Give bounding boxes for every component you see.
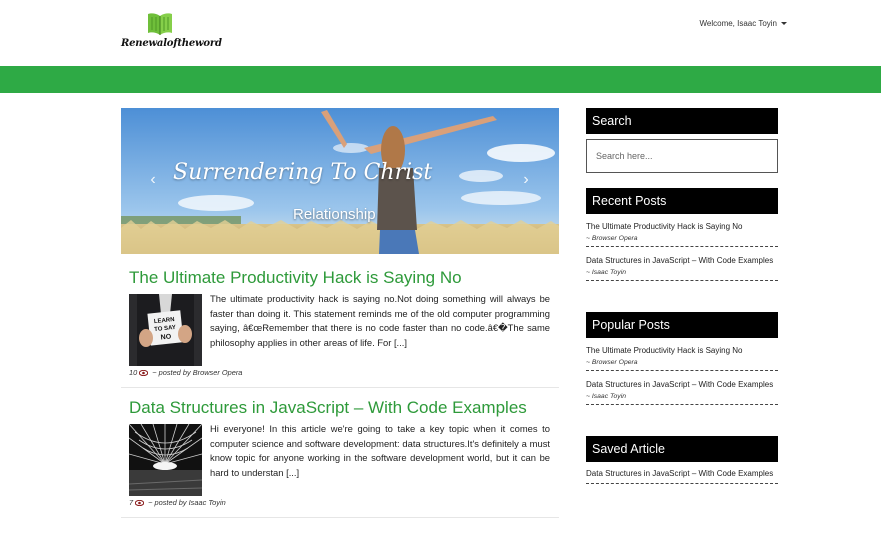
popular-post-link[interactable]: Data Structures in JavaScript – With Cod… <box>586 378 778 392</box>
featured-carousel[interactable]: Surrendering To Christ Relationship ‹ › <box>121 108 559 254</box>
post-meta: 7 ~ posted by Isaac Toyin <box>129 498 226 507</box>
eye-icon <box>135 499 145 506</box>
recent-post-item: The Ultimate Productivity Hack is Saying… <box>586 220 778 247</box>
post-thumbnail[interactable] <box>129 424 202 496</box>
welcome-text: Welcome, Isaac Toyin <box>699 19 777 28</box>
recent-post-link[interactable]: Data Structures in JavaScript – With Cod… <box>586 254 778 268</box>
user-menu-toggle[interactable]: Welcome, Isaac Toyin <box>699 19 787 28</box>
search-heading: Search <box>586 108 778 134</box>
site-logo[interactable]: Renewaloftheword <box>121 12 222 52</box>
nav-bar <box>0 66 881 93</box>
saved-article-heading: Saved Article <box>586 436 778 462</box>
post-excerpt: Hi everyone! In this article we're going… <box>210 423 550 478</box>
eye-icon <box>139 369 149 376</box>
search-input[interactable] <box>586 139 778 173</box>
site-header: Renewaloftheword Welcome, Isaac Toyin <box>0 0 881 66</box>
logo-text: Renewaloftheword <box>121 38 222 49</box>
post-card: The Ultimate Productivity Hack is Saying… <box>121 268 559 388</box>
post-excerpt: The ultimate productivity hack is saying… <box>210 293 550 348</box>
saved-article-item: Data Structures in JavaScript – With Cod… <box>586 467 778 484</box>
post-title-link[interactable]: Data Structures in JavaScript – With Cod… <box>129 398 527 418</box>
recent-post-item: Data Structures in JavaScript – With Cod… <box>586 254 778 281</box>
view-count: 10 <box>129 368 138 377</box>
popular-post-link[interactable]: The Ultimate Productivity Hack is Saying… <box>586 344 778 358</box>
svg-text:NO: NO <box>160 333 172 341</box>
carousel-caption: Relationship <box>293 206 376 223</box>
recent-post-link[interactable]: The Ultimate Productivity Hack is Saying… <box>586 220 778 234</box>
popular-posts-heading: Popular Posts <box>586 312 778 338</box>
popular-post-item: The Ultimate Productivity Hack is Saying… <box>586 344 778 371</box>
carousel-title: Surrendering To Christ <box>173 160 433 185</box>
chevron-left-icon[interactable]: ‹ <box>146 170 160 190</box>
recent-posts-heading: Recent Posts <box>586 188 778 214</box>
post-card: Data Structures in JavaScript – With Cod… <box>121 398 559 518</box>
view-count: 7 <box>129 498 134 507</box>
architecture-image <box>129 424 202 496</box>
post-author: ~ posted by Browser Opera <box>152 368 243 377</box>
learn-to-say-no-image: LEARN TO SAY NO <box>129 294 202 366</box>
open-book-icon <box>148 13 172 35</box>
saved-article-link[interactable]: Data Structures in JavaScript – With Cod… <box>586 467 778 481</box>
recent-post-author: ~ Isaac Toyin <box>586 269 626 276</box>
chevron-right-icon[interactable]: › <box>519 170 533 190</box>
popular-post-author: ~ Browser Opera <box>586 359 638 366</box>
post-thumbnail[interactable]: LEARN TO SAY NO <box>129 294 202 366</box>
caret-down-icon <box>781 22 787 26</box>
popular-post-author: ~ Isaac Toyin <box>586 393 626 400</box>
recent-post-author: ~ Browser Opera <box>586 235 638 242</box>
post-title-link[interactable]: The Ultimate Productivity Hack is Saying… <box>129 268 462 288</box>
post-meta: 10 ~ posted by Browser Opera <box>129 368 242 377</box>
post-author: ~ posted by Isaac Toyin <box>148 498 226 507</box>
popular-post-item: Data Structures in JavaScript – With Cod… <box>586 378 778 405</box>
